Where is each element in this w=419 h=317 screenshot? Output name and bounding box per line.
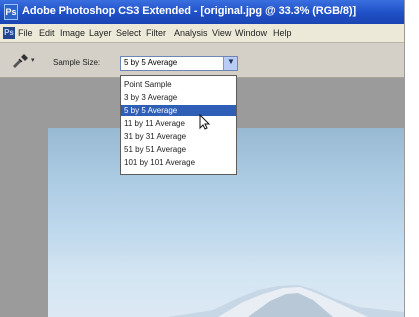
photoshop-app-icon[interactable]: Ps [4,4,18,20]
option-3-by-3[interactable]: 3 by 3 Average [121,92,236,103]
menu-select[interactable]: Select [116,28,141,38]
option-11-by-11[interactable]: 11 by 11 Average [121,118,236,129]
menu-filter[interactable]: Filter [146,28,166,38]
tool-preset-arrow-icon[interactable]: ▾ [31,56,39,64]
option-5-by-5[interactable]: 5 by 5 Average [121,105,236,116]
window-title: Adobe Photoshop CS3 Extended - [original… [22,5,357,17]
sample-size-value: 5 by 5 Average [124,58,178,67]
menu-layer[interactable]: Layer [89,28,112,38]
sample-size-label: Sample Size: [53,58,101,67]
option-31-by-31[interactable]: 31 by 31 Average [121,131,236,142]
menu-edit[interactable]: Edit [39,28,55,38]
menu-window[interactable]: Window [235,28,267,38]
sample-size-select[interactable]: 5 by 5 Average ▼ [120,56,238,71]
menu-help[interactable]: Help [273,28,292,38]
background-edge [405,0,419,317]
options-bar: ▾ Sample Size: 5 by 5 Average ▼ [0,43,404,78]
document-icon[interactable]: Ps [3,27,15,39]
menu-analysis[interactable]: Analysis [174,28,208,38]
dropdown-button[interactable]: ▼ [223,57,237,70]
screenshot: Ps Adobe Photoshop CS3 Extended - [origi… [0,0,419,317]
mouse-cursor-icon [199,113,211,130]
menu-image[interactable]: Image [60,28,85,38]
menu-view[interactable]: View [212,28,231,38]
title-bar[interactable]: Ps Adobe Photoshop CS3 Extended - [origi… [0,0,404,24]
option-101-by-101[interactable]: 101 by 101 Average [121,157,236,168]
photoshop-window: Ps Adobe Photoshop CS3 Extended - [origi… [0,0,405,317]
option-point-sample[interactable]: Point Sample [121,79,236,90]
sample-size-dropdown: Point Sample 3 by 3 Average 5 by 5 Avera… [120,75,237,175]
menu-file[interactable]: File [18,28,33,38]
eyedropper-icon[interactable] [10,54,28,68]
option-51-by-51[interactable]: 51 by 51 Average [121,144,236,155]
menu-bar: Ps File Edit Image Layer Select Filter A… [0,24,404,43]
chevron-down-icon: ▼ [227,57,235,66]
